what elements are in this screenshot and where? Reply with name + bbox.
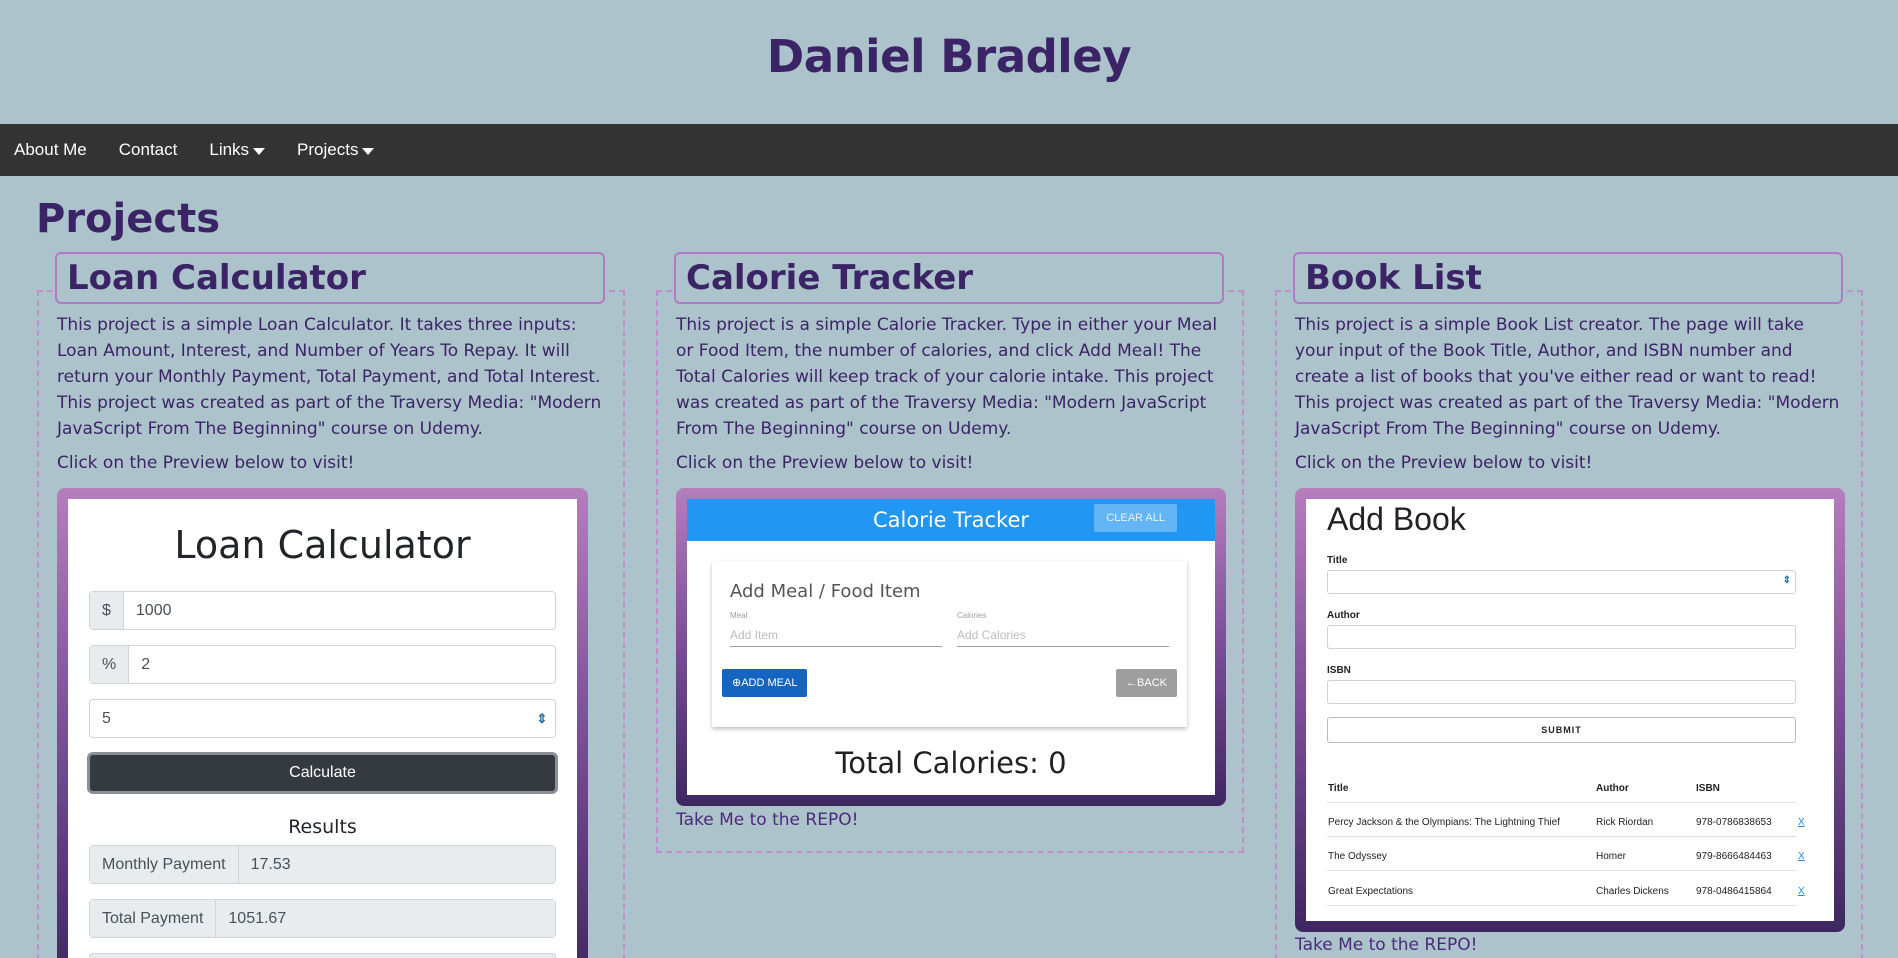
project-description: This project is a simple Loan Calculator… [57,315,602,439]
loan-preview-title: Loan Calculator [174,523,471,567]
loan-amount-field: $ 1000 [89,591,556,630]
table-divider [1327,905,1796,906]
total-interest-field [89,953,556,958]
project-title: Calorie Tracker [674,252,1224,304]
site-title: Daniel Bradley [766,30,1132,83]
caret-down-icon [253,147,266,155]
results-heading: Results [288,816,357,838]
isbn-input [1327,680,1796,704]
add-book-title: Add Book [1327,501,1466,537]
calorie-navbar: Calorie Tracker CLEAR ALL [687,499,1215,541]
book-preview-screenshot: Add Book Title ⇕ Author ISBN SUBMIT Titl… [1306,499,1834,921]
book-row-author: Homer [1596,851,1627,862]
plus-circle-icon: ⊕ [732,677,742,689]
calculate-button: Calculate [87,752,558,794]
repo-link[interactable]: Take Me to the REPO! [676,810,858,830]
total-payment-field: Total Payment 1051.67 [89,899,556,938]
book-row-isbn: 979-8666484463 [1696,851,1772,862]
back-label: BACK [1137,677,1167,689]
delete-icon: X [1798,851,1805,862]
clear-all-button: CLEAR ALL [1094,504,1177,532]
navbar: About Me Contact Links Projects [0,124,1898,176]
meal-label: Meal [730,611,748,620]
loan-amount-value: 1000 [135,601,172,619]
delete-icon: X [1798,886,1805,897]
project-card-book-list: Book List This project is a simple Book … [1275,252,1863,958]
author-input [1327,625,1796,649]
table-divider [1327,870,1796,871]
delete-icon: X [1798,817,1805,828]
years-field: 5 ⇕ [89,699,556,738]
interest-value: 2 [141,655,151,673]
book-row-isbn: 978-0486415864 [1696,886,1772,897]
nav-about-me[interactable]: About Me [14,140,87,160]
table-header-author: Author [1596,783,1629,794]
project-title: Loan Calculator [55,252,605,304]
book-row-author: Rick Riordan [1596,817,1654,828]
nav-about-me-label: About Me [14,140,87,159]
table-header-title: Title [1328,783,1349,794]
calorie-preview-screenshot: Calorie Tracker CLEAR ALL Add Meal / Foo… [687,499,1215,795]
table-header-isbn: ISBN [1696,783,1720,794]
title-label: Title [1327,555,1348,566]
years-value: 5 [102,709,111,727]
book-row-author: Charles Dickens [1596,886,1669,897]
dollar-icon: $ [90,592,124,629]
book-row-isbn: 978-0786838653 [1696,817,1772,828]
monthly-payment-label: Monthly Payment [90,846,239,883]
loan-preview-screenshot: Loan Calculator $ 1000 % 2 5 ⇕ Calculate… [68,499,577,958]
project-preview-link[interactable]: Calorie Tracker CLEAR ALL Add Meal / Foo… [676,488,1226,806]
preview-instruction: Click on the Preview below to visit! [1295,453,1593,473]
nav-contact[interactable]: Contact [119,140,178,160]
page-heading: Projects [36,196,221,242]
add-meal-label: ADD MEAL [741,677,798,689]
nav-projects-label: Projects [297,140,359,159]
project-description: This project is a simple Book List creat… [1295,315,1840,439]
calories-label: Calories [957,611,987,620]
submit-button: SUBMIT [1327,717,1796,743]
project-title: Book List [1293,252,1843,304]
isbn-label: ISBN [1327,665,1351,676]
book-row-title: The Odyssey [1328,851,1387,862]
add-meal-button: ⊕ADD MEAL [722,669,808,697]
monthly-payment-value: 17.53 [238,846,555,883]
total-calories: Total Calories: 0 [835,746,1067,780]
spinner-icon: ⇕ [1782,575,1791,586]
preview-instruction: Click on the Preview below to visit! [57,453,355,473]
percent-icon: % [90,646,130,683]
nav-projects-dropdown[interactable]: Projects [297,140,375,160]
project-preview-link[interactable]: Loan Calculator $ 1000 % 2 5 ⇕ Calculate… [57,488,588,958]
interest-field: % 2 [89,645,556,684]
project-description: This project is a simple Calorie Tracker… [676,315,1218,439]
total-payment-label: Total Payment [90,900,217,937]
arrow-left-icon: ← [1126,677,1138,689]
book-row-title: Percy Jackson & the Olympians: The Light… [1328,817,1560,828]
total-payment-value: 1051.67 [216,900,555,937]
repo-link[interactable]: Take Me to the REPO! [1295,935,1477,955]
monthly-payment-field: Monthly Payment 17.53 [89,845,556,884]
author-label: Author [1327,610,1360,621]
calories-input: Add Calories [957,623,1169,647]
project-card-loan-calculator: Loan Calculator This project is a simple… [37,252,625,958]
nav-contact-label: Contact [118,140,178,159]
spinner-icon: ⇕ [536,710,548,726]
title-input: ⇕ [1327,570,1796,594]
nav-links-label: Links [209,140,250,159]
table-divider [1327,836,1796,837]
preview-instruction: Click on the Preview below to visit! [676,453,974,473]
nav-links-dropdown[interactable]: Links [209,140,266,160]
project-preview-link[interactable]: Add Book Title ⇕ Author ISBN SUBMIT Titl… [1295,488,1845,932]
table-divider [1327,802,1796,803]
add-meal-card-title: Add Meal / Food Item [730,581,921,602]
project-card-calorie-tracker: Calorie Tracker This project is a simple… [656,252,1244,853]
meal-input: Add Item [730,623,942,647]
caret-down-icon [362,147,375,155]
add-meal-card: Add Meal / Food Item Meal Add Item Calor… [712,561,1187,727]
back-button: ←BACK [1116,669,1177,697]
book-row-title: Great Expectations [1328,886,1414,897]
